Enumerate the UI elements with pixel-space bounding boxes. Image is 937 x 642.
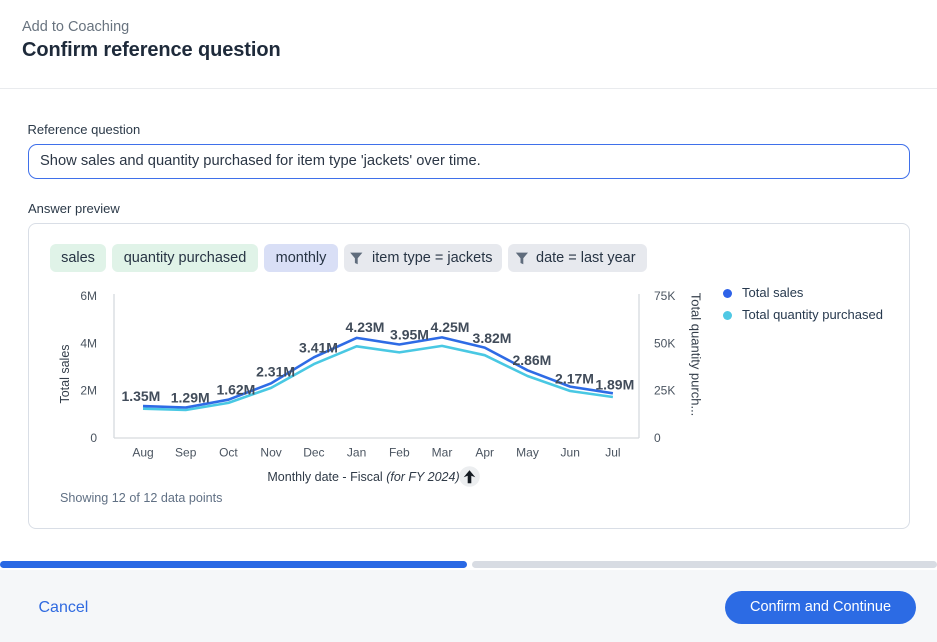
svg-text:Apr: Apr	[475, 446, 494, 460]
svg-text:25K: 25K	[654, 384, 675, 398]
svg-text:6M: 6M	[80, 289, 97, 303]
svg-text:1.62M: 1.62M	[216, 382, 255, 398]
svg-text:75K: 75K	[654, 289, 675, 303]
svg-text:Jun: Jun	[561, 446, 580, 460]
svg-text:4.25M: 4.25M	[431, 319, 470, 335]
svg-text:0: 0	[654, 431, 661, 445]
svg-text:50K: 50K	[654, 336, 675, 350]
svg-text:Feb: Feb	[389, 446, 410, 460]
svg-text:Total sales: Total sales	[58, 344, 72, 403]
svg-text:4.23M: 4.23M	[346, 319, 385, 335]
svg-text:May: May	[516, 446, 539, 460]
svg-text:Sep: Sep	[175, 446, 197, 460]
svg-text:2.31M: 2.31M	[256, 363, 295, 379]
svg-text:Jul: Jul	[605, 446, 620, 460]
svg-text:2M: 2M	[80, 384, 97, 398]
svg-text:Dec: Dec	[303, 446, 324, 460]
svg-text:4M: 4M	[80, 336, 97, 350]
svg-text:1.29M: 1.29M	[171, 390, 210, 406]
svg-text:Mar: Mar	[432, 446, 453, 460]
svg-text:Jan: Jan	[347, 446, 366, 460]
svg-text:1.89M: 1.89M	[595, 377, 634, 393]
svg-text:1.35M: 1.35M	[121, 388, 160, 404]
svg-text:Nov: Nov	[260, 446, 281, 460]
svg-text:3.95M: 3.95M	[390, 327, 429, 343]
svg-text:Monthly date - Fiscal (for FY: Monthly date - Fiscal (for FY 2024)	[267, 470, 459, 484]
svg-text:3.41M: 3.41M	[299, 339, 338, 355]
svg-text:0: 0	[90, 431, 97, 445]
svg-text:2.86M: 2.86M	[512, 352, 551, 368]
svg-text:Total quantity purch...: Total quantity purch...	[689, 293, 704, 417]
svg-text:Aug: Aug	[132, 446, 153, 460]
svg-text:3.82M: 3.82M	[473, 330, 512, 346]
svg-text:2.17M: 2.17M	[555, 370, 594, 386]
svg-text:Oct: Oct	[219, 446, 238, 460]
